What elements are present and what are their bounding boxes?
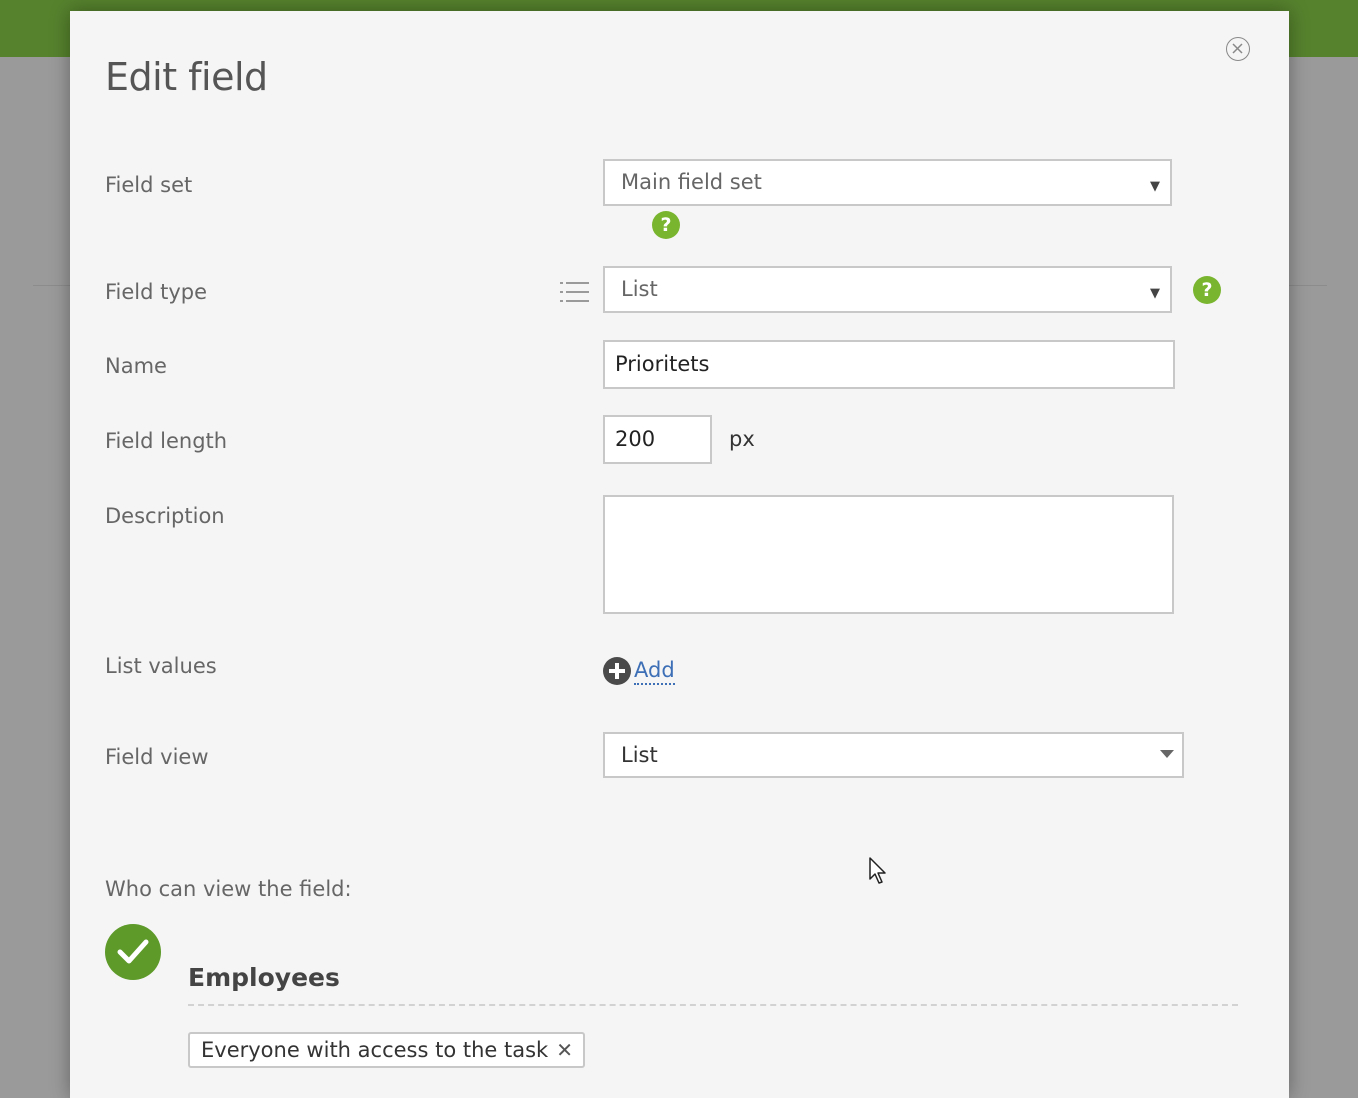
field-type-value: List — [621, 277, 658, 301]
access-tag: Everyone with access to the task ✕ — [188, 1032, 585, 1068]
help-icon[interactable]: ? — [1193, 276, 1221, 304]
field-type-select[interactable]: List ▼ — [603, 266, 1172, 313]
field-set-value: Main field set — [621, 170, 762, 194]
plus-circle-icon — [603, 657, 631, 685]
field-view-label: Field view — [105, 745, 209, 769]
field-length-label: Field length — [105, 429, 228, 453]
add-link[interactable]: Add — [634, 657, 675, 685]
field-length-unit: px — [729, 427, 755, 451]
edit-field-dialog: Edit field Field set Main field set ▼ ? … — [70, 11, 1289, 1098]
field-length-input[interactable]: 200 — [603, 415, 712, 464]
close-icon[interactable] — [1226, 37, 1250, 61]
checkmark-icon[interactable] — [105, 924, 161, 980]
remove-tag-icon[interactable]: ✕ — [556, 1038, 573, 1062]
background-divider-right — [1289, 285, 1327, 286]
field-view-select[interactable]: List — [603, 732, 1184, 778]
list-values-label: List values — [105, 654, 217, 678]
dialog-title: Edit field — [105, 55, 268, 99]
field-view-value: List — [621, 743, 658, 767]
list-icon[interactable] — [560, 281, 590, 307]
description-label: Description — [105, 504, 225, 528]
access-tag-label: Everyone with access to the task — [201, 1038, 549, 1062]
name-label: Name — [105, 354, 167, 378]
background-divider-left — [33, 285, 70, 286]
field-type-label: Field type — [105, 280, 208, 304]
dropdown-arrow-icon: ▼ — [1150, 179, 1160, 194]
help-icon[interactable]: ? — [652, 211, 680, 239]
visibility-heading: Who can view the field: — [105, 877, 352, 901]
dropdown-arrow-icon: ▼ — [1150, 286, 1160, 301]
name-input[interactable]: Prioritets — [603, 340, 1175, 389]
dropdown-arrow-icon — [1160, 750, 1174, 758]
mouse-pointer-icon — [868, 856, 890, 890]
field-set-select[interactable]: Main field set ▼ — [603, 159, 1172, 206]
group-divider — [188, 1004, 1238, 1006]
employees-group-title: Employees — [188, 963, 340, 992]
field-set-label: Field set — [105, 173, 193, 197]
description-textarea[interactable] — [603, 495, 1174, 614]
